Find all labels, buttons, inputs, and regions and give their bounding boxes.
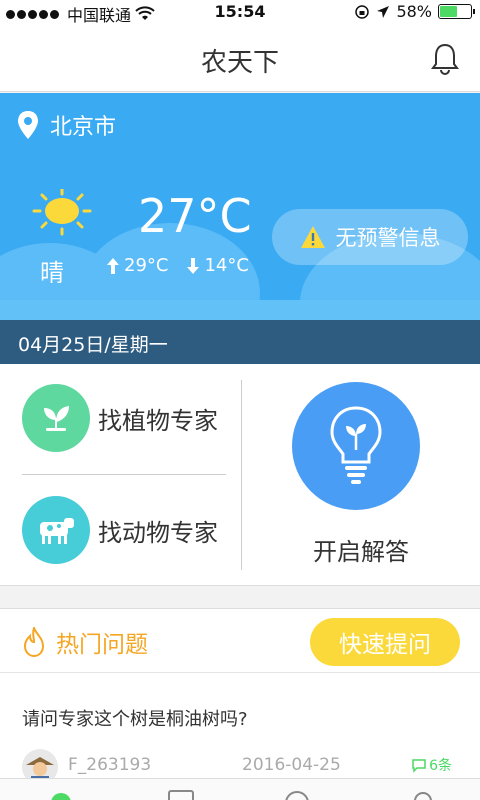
weather-bottom-band: [0, 300, 480, 320]
current-temperature: 27°C: [138, 189, 252, 243]
high-temperature: 29°C: [106, 255, 168, 276]
weather-condition: 晴: [40, 259, 64, 287]
location[interactable]: 北京市: [16, 109, 116, 141]
tab-profile-icon[interactable]: [408, 789, 438, 800]
comment-icon: [412, 759, 426, 773]
location-pin-icon: [18, 111, 38, 139]
alert-text: 无预警信息: [335, 226, 441, 250]
answer-count-value: 6条: [429, 758, 452, 774]
city-name: 北京市: [50, 115, 117, 140]
find-plant-expert-label: 找植物专家: [98, 406, 218, 435]
arrow-down-icon: [187, 257, 200, 274]
hot-questions-title: 热门问题: [22, 625, 148, 659]
tab-chat-icon[interactable]: [282, 789, 312, 800]
alert-badge[interactable]: 无预警信息: [272, 209, 468, 265]
temperature-range: 29°C 14°C: [106, 255, 249, 276]
question-text[interactable]: 请问专家这个树是桐油树吗?: [22, 705, 248, 731]
sun-icon: [32, 189, 92, 236]
low-temperature: 14°C: [186, 255, 249, 276]
answer-count: 6条: [411, 755, 452, 775]
hot-questions-label: 热门问题: [56, 632, 148, 658]
question-date: 2016-04-25: [242, 755, 341, 775]
question-author: F_263193: [68, 755, 152, 775]
tab-list-icon[interactable]: [166, 789, 196, 800]
nav-bar: 农天下: [0, 24, 480, 92]
page-title: 农天下: [200, 48, 279, 78]
lightbulb-icon: [330, 406, 382, 484]
battery-percent: 58%: [396, 2, 432, 21]
battery-icon: [438, 4, 475, 19]
date-bar: 04月25日/星期一: [0, 320, 480, 364]
fire-icon: [23, 627, 45, 657]
location-arrow-icon: [377, 5, 390, 18]
find-animal-expert[interactable]: 找动物专家: [22, 496, 218, 564]
plant-icon: [22, 384, 90, 452]
arrow-up-icon: [107, 257, 119, 274]
status-right: 58%: [354, 2, 475, 21]
open-answer-label[interactable]: 开启解答: [242, 532, 480, 567]
tab-bar: [0, 778, 480, 800]
hot-questions: 热门问题 快速提问 请问专家这个树是桐油树吗? F_263193 2016-04…: [0, 608, 480, 800]
status-bar: 中国联通 15:54 58%: [0, 0, 480, 25]
open-answer-button[interactable]: [292, 382, 420, 510]
rotation-lock-icon: [355, 4, 370, 19]
battery-fill: [440, 6, 458, 17]
cow-icon: [22, 496, 90, 564]
warning-icon: [300, 226, 325, 248]
quick-ask-button[interactable]: 快速提问: [310, 618, 460, 666]
tab-home-icon[interactable]: [46, 789, 76, 800]
experts-panel: 找植物专家 找动物专家 开启解答: [0, 364, 480, 586]
bell-icon[interactable]: [430, 42, 460, 76]
weather-card[interactable]: 北京市 晴 27°C 29°C 14°C 无预警信息: [0, 93, 480, 320]
high-temperature-value: 29°C: [124, 255, 169, 276]
divider: [22, 474, 226, 475]
find-animal-expert-label: 找动物专家: [98, 518, 218, 547]
low-temperature-value: 14°C: [204, 255, 249, 276]
find-plant-expert[interactable]: 找植物专家: [22, 384, 218, 452]
hot-questions-header: 热门问题 快速提问: [0, 609, 480, 673]
